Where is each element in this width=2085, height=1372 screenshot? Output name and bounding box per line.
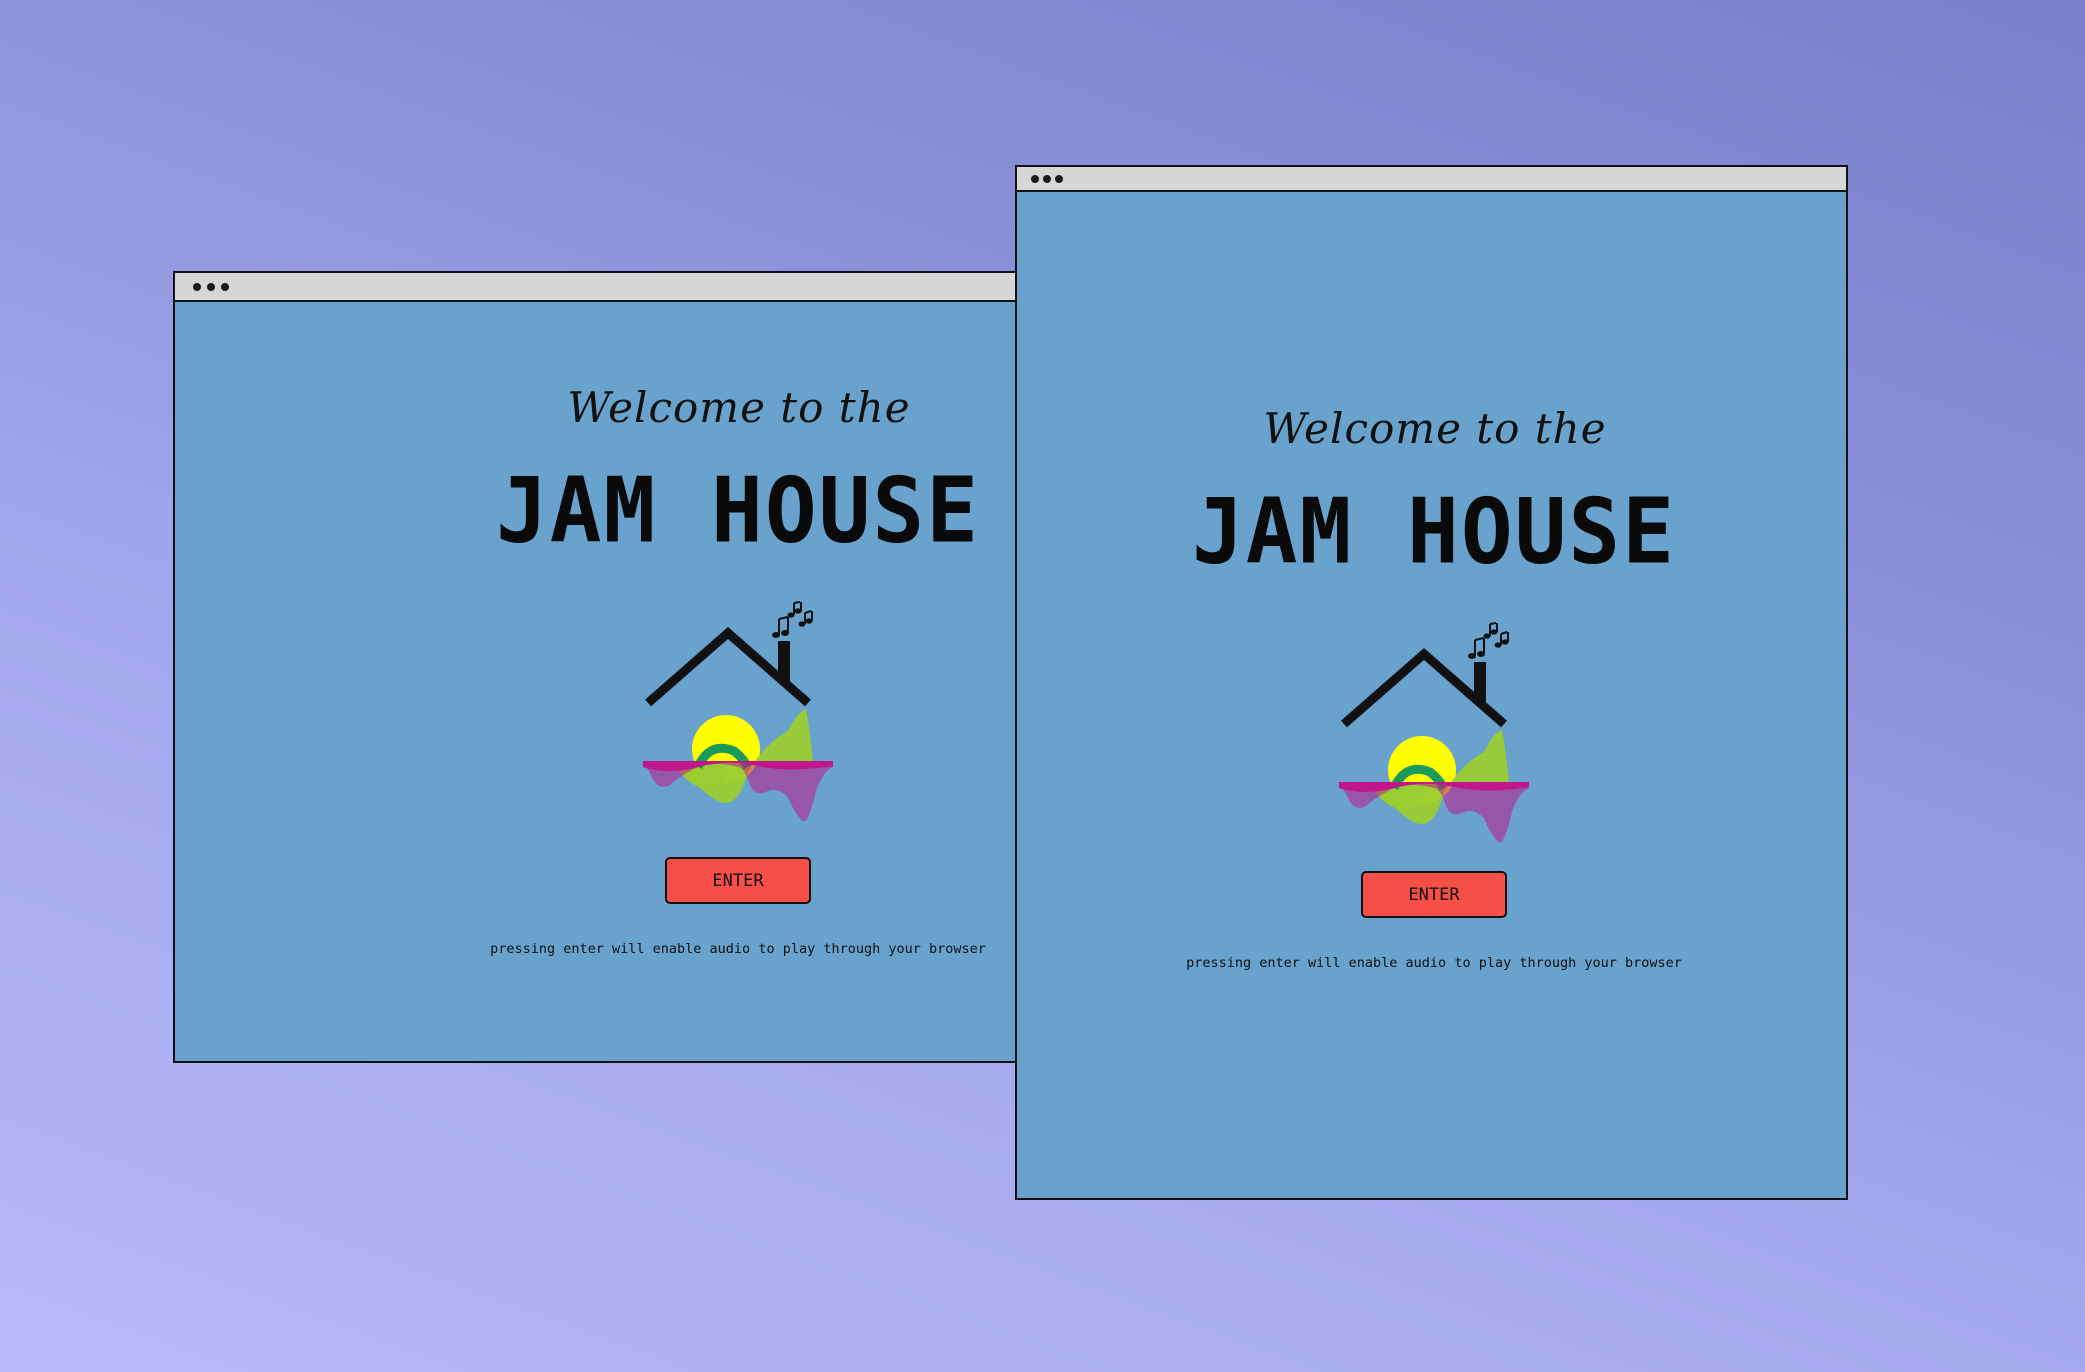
page-title: JAM HOUSE [1192,479,1676,585]
welcome-text: Welcome to the [1263,404,1607,453]
enter-button[interactable]: ENTER [665,857,811,904]
enter-button[interactable]: ENTER [1361,871,1507,918]
window-dot-icon[interactable] [221,282,229,291]
audio-note: pressing enter will enable audio to play… [490,941,986,957]
audio-note: pressing enter will enable audio to play… [1186,955,1682,971]
browser-window-right: Welcome to the JAM HOUSE ENTER pressing … [1015,165,1848,1200]
window-dot-icon[interactable] [207,282,215,291]
jam-house-logo-icon [1339,622,1529,842]
title-bar [1017,167,1846,192]
window-dot-icon[interactable] [1031,174,1039,183]
welcome-text: Welcome to the [567,383,911,432]
browser-window-left: Welcome to the JAM HOUSE ENTER pressing … [173,271,1023,1063]
window-dot-icon[interactable] [1055,174,1063,183]
window-dot-icon[interactable] [193,282,201,291]
jam-house-logo-icon [643,601,833,821]
title-bar [175,273,1021,302]
page-title: JAM HOUSE [496,458,980,564]
window-dot-icon[interactable] [1043,174,1051,183]
